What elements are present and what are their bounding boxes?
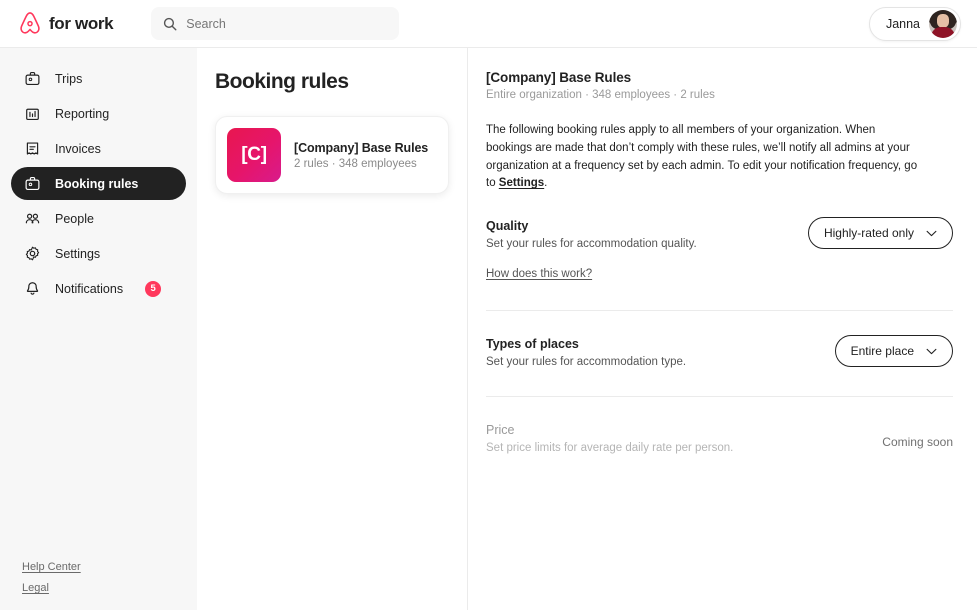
search-icon: [164, 17, 177, 30]
top-header: for work Search Janna: [0, 0, 977, 48]
quality-dropdown[interactable]: Highly-rated only: [807, 217, 953, 250]
rule-name: [Company] Base Rules: [294, 140, 429, 155]
help-center-link[interactable]: Help Center: [22, 561, 81, 573]
section-types-of-places: Types of places Set your rules for accom…: [486, 311, 953, 398]
page-title: Booking rules: [215, 70, 349, 93]
sidebar-footer: Help Center Legal: [0, 561, 197, 610]
sidebar-item-reporting[interactable]: Reporting: [11, 97, 186, 130]
sidebar-item-label: Notifications: [55, 281, 124, 296]
section-texts: Price Set price limits for average daily…: [486, 421, 733, 454]
rule-info: [Company] Base Rules 2 rules · 348 emplo…: [294, 141, 428, 170]
section-description: Set price limits for average daily rate …: [486, 442, 734, 455]
panel-description: The following booking rules apply to all…: [486, 122, 920, 193]
panel-description-text: The following booking rules apply to all…: [486, 124, 918, 190]
section-description: Set your rules for accommodation type.: [486, 356, 687, 369]
section-row: Price Set price limits for average daily…: [486, 421, 953, 454]
chevron-down-icon: [926, 230, 937, 236]
sidebar-nav: Trips Reporting Invoices Booking rules P…: [0, 62, 197, 305]
receipt-icon: [26, 142, 39, 155]
sidebar-item-label: Trips: [55, 71, 83, 86]
search-placeholder: Search: [186, 16, 226, 31]
airbnb-logo-icon: [20, 11, 40, 34]
sidebar: Trips Reporting Invoices Booking rules P…: [0, 48, 197, 610]
price-coming-soon-label: Coming soon: [882, 435, 953, 450]
avatar: [929, 9, 957, 38]
types-of-places-dropdown-value: Entire place: [850, 344, 914, 359]
how-does-this-work-link[interactable]: How does this work?: [486, 268, 592, 280]
section-row: Quality Set your rules for accommodation…: [486, 217, 953, 250]
user-name: Janna: [885, 16, 920, 31]
search-input[interactable]: Search: [151, 7, 400, 40]
list-item[interactable]: [C] [Company] Base Rules 2 rules · 348 e…: [215, 116, 449, 194]
settings-link[interactable]: Settings: [499, 177, 544, 189]
sidebar-item-settings[interactable]: Settings: [11, 237, 186, 270]
section-texts: Types of places Set your rules for accom…: [486, 335, 686, 368]
gear-icon: [25, 246, 40, 261]
status-badge: 5: [145, 280, 162, 297]
section-title: Types of places: [486, 337, 579, 352]
brand-text: for work: [49, 13, 114, 33]
sidebar-item-invoices[interactable]: Invoices: [11, 132, 186, 165]
people-icon: [25, 213, 40, 224]
chevron-down-icon: [926, 348, 937, 354]
section-title: Quality: [486, 219, 529, 234]
brand-logo-group[interactable]: for work: [18, 11, 114, 37]
briefcase-icon: [25, 176, 40, 191]
rules-list-column: Booking rules [C] [Company] Base Rules 2…: [197, 48, 468, 610]
sidebar-item-label: People: [55, 211, 94, 226]
panel-description-tail: .: [544, 177, 548, 190]
sidebar-item-notifications[interactable]: Notifications 5: [11, 272, 186, 305]
sidebar-item-label: Reporting: [55, 106, 110, 121]
section-title: Price: [486, 423, 515, 438]
user-menu-button[interactable]: Janna: [868, 6, 961, 41]
section-texts: Quality Set your rules for accommodation…: [486, 217, 697, 250]
bar-chart-icon: [26, 108, 39, 121]
sidebar-item-label: Booking rules: [55, 176, 139, 191]
types-of-places-dropdown[interactable]: Entire place: [834, 335, 953, 368]
rule-detail-panel: [Company] Base Rules Entire organization…: [468, 48, 977, 610]
bell-icon: [26, 282, 39, 295]
rule-thumbnail: [C]: [227, 128, 281, 182]
panel-subtitle: Entire organization · 348 employees · 2 …: [486, 89, 715, 101]
briefcase-icon: [25, 71, 40, 86]
app-root: for work Search Janna Trips Reporting In…: [0, 0, 977, 610]
sidebar-item-booking-rules[interactable]: Booking rules: [11, 167, 186, 200]
sidebar-item-trips[interactable]: Trips: [11, 62, 186, 95]
section-row: Types of places Set your rules for accom…: [486, 335, 953, 368]
section-description: Set your rules for accommodation quality…: [486, 238, 697, 251]
rule-meta: 2 rules · 348 employees: [294, 157, 417, 170]
body-row: Trips Reporting Invoices Booking rules P…: [0, 48, 977, 610]
sidebar-item-people[interactable]: People: [11, 202, 186, 235]
sidebar-item-label: Settings: [55, 246, 101, 261]
legal-link[interactable]: Legal: [22, 582, 49, 594]
quality-dropdown-value: Highly-rated only: [823, 226, 914, 241]
section-quality: Quality Set your rules for accommodation…: [486, 193, 953, 312]
panel-title: [Company] Base Rules: [486, 70, 632, 85]
section-price: Price Set price limits for average daily…: [486, 397, 953, 454]
sidebar-item-label: Invoices: [55, 141, 101, 156]
